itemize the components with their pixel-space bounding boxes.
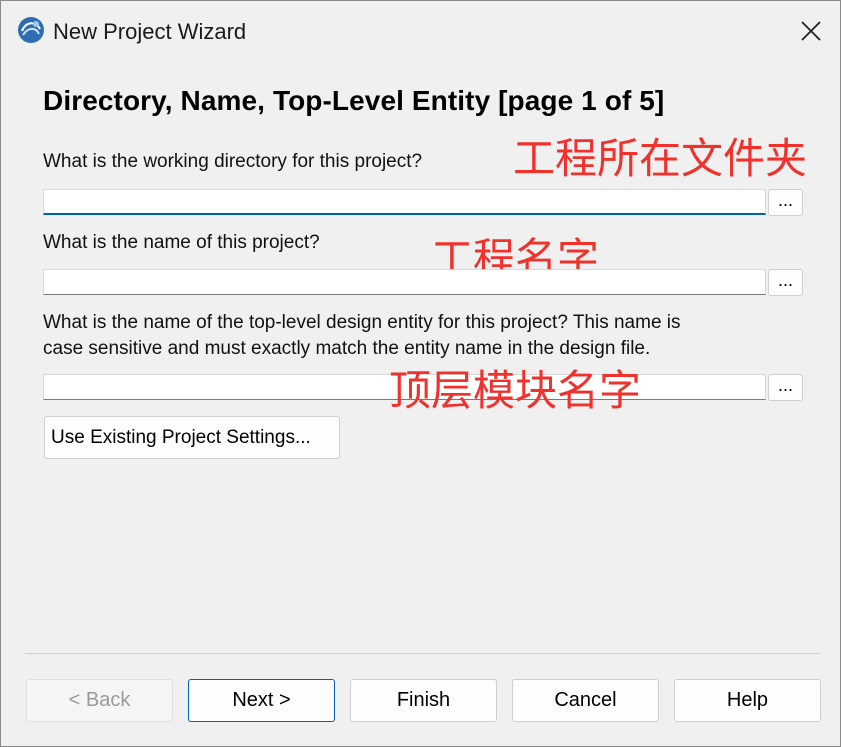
project-name-field[interactable] [43, 269, 766, 295]
project-name-input[interactable] [44, 270, 765, 294]
use-existing-settings-button[interactable]: Use Existing Project Settings... [44, 416, 340, 459]
close-button[interactable] [791, 13, 831, 49]
top-entity-label-line2: case sensitive and must exactly match th… [43, 338, 651, 359]
project-name-label: What is the name of this project? [43, 232, 320, 253]
title-bar: New Project Wizard [1, 1, 840, 63]
top-entity-label-line1: What is the name of the top-level design… [43, 312, 681, 333]
wizard-window: New Project Wizard Directory, Name, Top-… [0, 0, 841, 747]
back-button[interactable]: < Back [26, 679, 173, 722]
page-heading: Directory, Name, Top-Level Entity [page … [43, 85, 665, 116]
footer-divider [25, 653, 820, 654]
next-button[interactable]: Next > [188, 679, 335, 722]
finish-button[interactable]: Finish [350, 679, 497, 722]
window-title: New Project Wizard [53, 19, 247, 44]
help-button[interactable]: Help [674, 679, 821, 722]
project-name-browse-button[interactable]: ... [768, 269, 803, 296]
directory-annotation: 工程所在文件夹 [513, 134, 808, 183]
close-icon [801, 21, 821, 41]
top-entity-browse-button[interactable]: ... [768, 374, 803, 401]
directory-browse-button[interactable]: ... [768, 189, 803, 216]
cancel-button[interactable]: Cancel [512, 679, 659, 722]
top-entity-annotation: 顶层模块名字 [389, 366, 642, 415]
directory-field[interactable] [43, 189, 766, 215]
directory-label: What is the working directory for this p… [43, 151, 423, 172]
quartus-app-icon [18, 17, 44, 43]
directory-input[interactable] [44, 190, 765, 213]
